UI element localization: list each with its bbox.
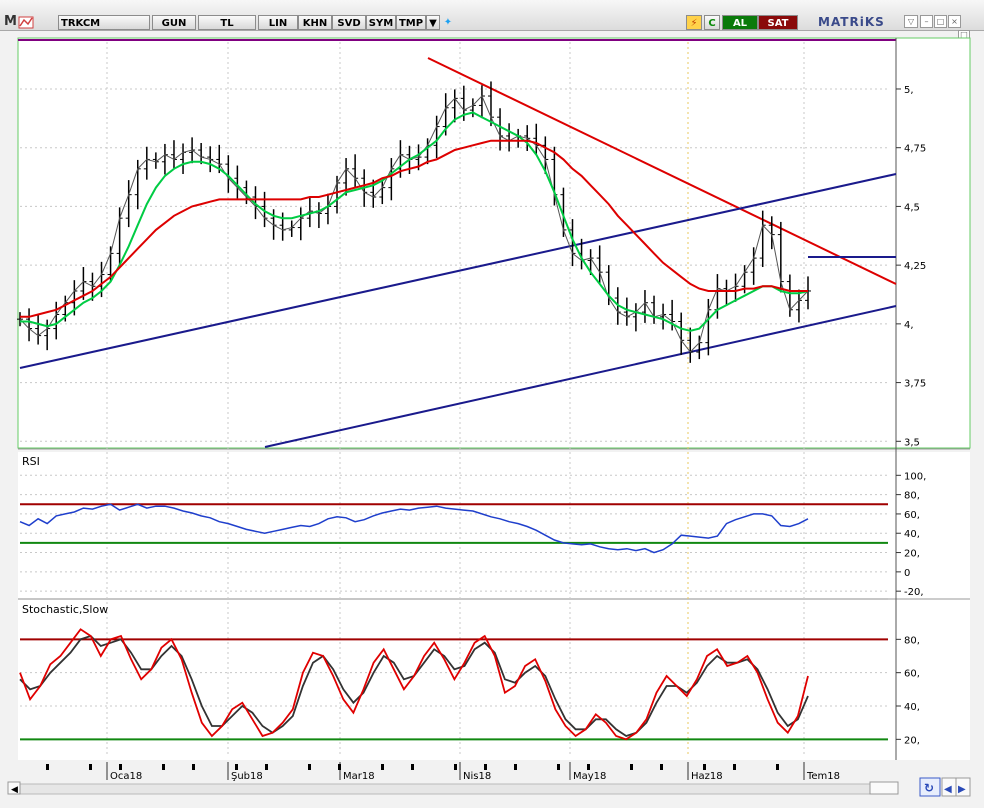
x-day-marker bbox=[630, 764, 633, 770]
rsi-title: RSI bbox=[22, 455, 40, 468]
stoch-title: Stochastic,Slow bbox=[22, 603, 108, 616]
rsi-tick-label: 60, bbox=[904, 510, 920, 521]
price-tick-label: 4,75 bbox=[904, 144, 926, 155]
scroll-left-icon: ◀ bbox=[11, 785, 18, 795]
dropdown-icon[interactable]: ▼ bbox=[426, 15, 440, 30]
x-day-marker bbox=[308, 764, 311, 770]
x-day-marker bbox=[89, 764, 92, 770]
x-day-marker bbox=[411, 764, 414, 770]
symbol-field[interactable]: TRKCM bbox=[58, 15, 150, 30]
refresh-icon[interactable]: C bbox=[704, 15, 720, 30]
khn-button[interactable]: KHN bbox=[298, 15, 332, 30]
right-axis-bg bbox=[888, 452, 970, 760]
close-icon[interactable]: × bbox=[948, 15, 961, 28]
x-tick-label: Nis18 bbox=[463, 771, 491, 782]
x-day-marker bbox=[733, 764, 736, 770]
buy-button[interactable]: AL bbox=[722, 15, 758, 30]
lightning-icon[interactable]: ⚡ bbox=[686, 15, 702, 30]
x-day-marker bbox=[557, 764, 560, 770]
stoch-tick-label: 20, bbox=[904, 735, 920, 746]
x-day-marker bbox=[381, 764, 384, 770]
price-tick-label: 4, bbox=[904, 320, 914, 331]
x-tick-label: May18 bbox=[573, 771, 606, 782]
collapse-icon[interactable]: ▽ bbox=[904, 15, 918, 28]
x-day-marker bbox=[162, 764, 165, 770]
twitter-icon[interactable]: ✦ bbox=[440, 15, 456, 30]
rsi-tick-label: 80, bbox=[904, 491, 920, 502]
stoch-tick-label: 80, bbox=[904, 635, 920, 646]
brand-logo: MATRiKS bbox=[818, 15, 885, 29]
scrollbar-track bbox=[19, 783, 871, 795]
x-tick-label: Tem18 bbox=[806, 771, 840, 782]
x-day-marker bbox=[660, 764, 663, 770]
x-day-marker bbox=[703, 764, 706, 770]
price-tick-label: 3,5 bbox=[904, 437, 920, 448]
stoch-tick-label: 40, bbox=[904, 702, 920, 713]
sym-button[interactable]: SYM bbox=[366, 15, 396, 30]
toolbar: M TRKCM GUN TL LIN KHN SVD SYM TMP ▼ ✦ ⚡… bbox=[0, 0, 984, 40]
x-day-marker bbox=[454, 764, 457, 770]
x-tick-label: Şub18 bbox=[231, 771, 263, 782]
x-day-marker bbox=[514, 764, 517, 770]
x-tick-label: Mar18 bbox=[343, 771, 375, 782]
x-day-marker bbox=[46, 764, 49, 770]
price-tick-label: 4,5 bbox=[904, 202, 920, 213]
maximize-icon[interactable]: □ bbox=[934, 15, 947, 28]
currency-button[interactable]: TL bbox=[198, 15, 256, 30]
rsi-tick-label: -20, bbox=[904, 587, 924, 598]
rsi-panel-bg bbox=[18, 452, 888, 598]
stoch-tick-label: 60, bbox=[904, 669, 920, 680]
chart-area: 5, 4,75 4,5 4,25 4, 3,75 3,5 100, 80, 60, 40, 20, 0 -… bbox=[0, 37, 984, 808]
app-logo: M bbox=[4, 14, 17, 29]
tmp-button[interactable]: TMP bbox=[396, 15, 426, 30]
scroll-right-button[interactable] bbox=[869, 781, 899, 795]
stoch-panel-bg bbox=[18, 600, 888, 760]
next-icon: ▶ bbox=[958, 784, 966, 795]
price-tick-label: 5, bbox=[904, 85, 914, 96]
price-panel-bg bbox=[18, 38, 970, 448]
x-tick-label: Haz18 bbox=[691, 771, 723, 782]
rsi-tick-label: 0 bbox=[904, 568, 910, 579]
sell-button[interactable]: SAT bbox=[758, 15, 798, 30]
svd-button[interactable]: SVD bbox=[332, 15, 366, 30]
sync-icon: ↻ bbox=[924, 781, 934, 795]
x-day-marker bbox=[338, 764, 341, 770]
x-day-marker bbox=[192, 764, 195, 770]
prev-icon: ◀ bbox=[944, 784, 952, 795]
minimize-icon[interactable]: – bbox=[920, 15, 933, 28]
rsi-tick-label: 40, bbox=[904, 529, 920, 540]
rsi-tick-label: 20, bbox=[904, 549, 920, 560]
period-button[interactable]: GUN bbox=[152, 15, 196, 30]
x-day-marker bbox=[265, 764, 268, 770]
scale-button[interactable]: LIN bbox=[258, 15, 298, 30]
x-day-marker bbox=[587, 764, 590, 770]
price-tick-label: 3,75 bbox=[904, 379, 926, 390]
x-day-marker bbox=[776, 764, 779, 770]
chart-type-icon[interactable] bbox=[18, 15, 58, 30]
x-day-marker bbox=[119, 764, 122, 770]
price-tick-label: 4,25 bbox=[904, 261, 926, 272]
x-day-marker bbox=[484, 764, 487, 770]
x-tick-label: Oca18 bbox=[110, 771, 142, 782]
rsi-tick-label: 100, bbox=[904, 471, 926, 482]
x-day-marker bbox=[235, 764, 238, 770]
